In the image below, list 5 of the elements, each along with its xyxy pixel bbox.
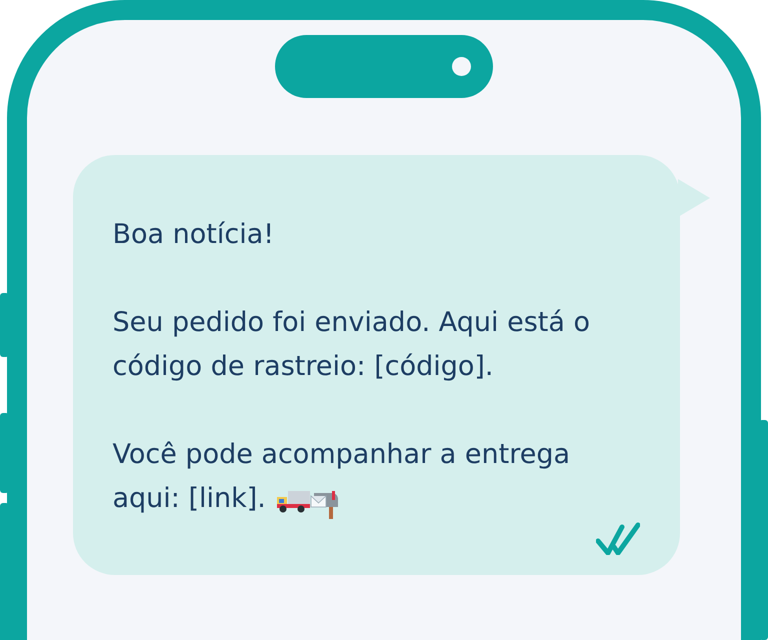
mailbox-icon [310,491,340,519]
message-text: Boa notícia! [112,218,276,252]
truck-icon [276,491,310,513]
message-text: Seu pedido foi enviado. Aqui está o código de rastreio: [código]. [112,306,592,384]
message-text: Você pode acompanhar a entrega aqui: [link]. [112,433,602,521]
